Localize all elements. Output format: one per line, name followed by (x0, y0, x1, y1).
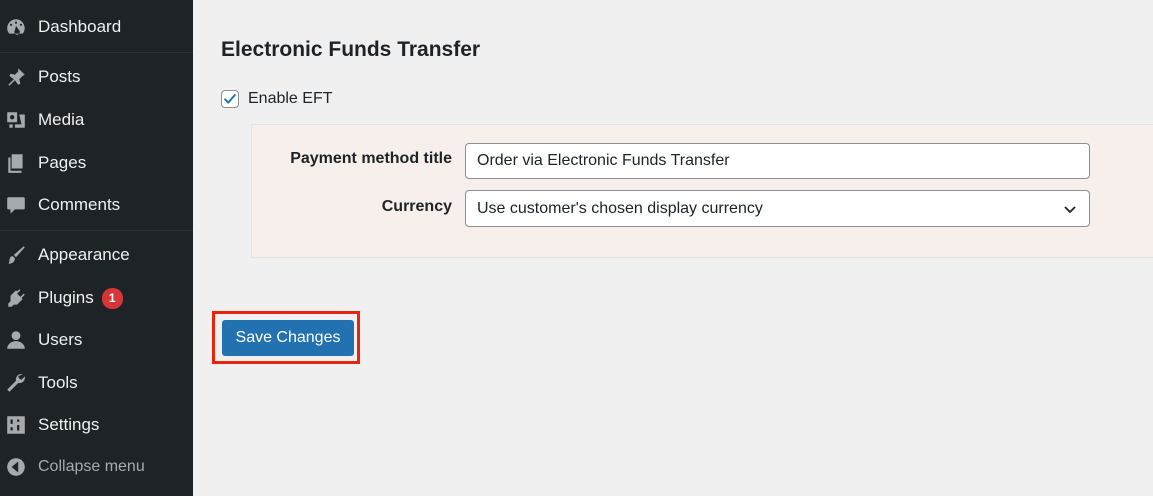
pages-icon (0, 152, 38, 174)
checkmark-icon (224, 94, 236, 104)
currency-selected-value: Use customer's chosen display currency (477, 199, 763, 217)
sidebar-item-label: Dashboard (38, 17, 122, 36)
sidebar-item-label: Comments (38, 195, 121, 214)
sidebar-item-label: Media (38, 110, 85, 129)
sidebar-item-appearance[interactable]: Appearance (0, 238, 193, 272)
comment-icon (0, 194, 38, 216)
sidebar-item-label: Pages (38, 153, 87, 172)
brush-icon (0, 244, 38, 266)
collapse-menu-label: Collapse menu (38, 458, 145, 475)
sidebar-item-label: Plugins (38, 288, 94, 307)
plug-icon (0, 287, 38, 309)
payment-method-title-label: Payment method title (290, 150, 452, 167)
wrench-icon (0, 372, 38, 394)
user-icon (0, 329, 38, 351)
enable-eft-checkbox[interactable] (221, 90, 239, 108)
admin-sidebar: Dashboard Posts Media Pages Comments App… (0, 0, 193, 496)
page-title: Electronic Funds Transfer (221, 38, 481, 61)
sidebar-item-tools[interactable]: Tools (0, 366, 193, 400)
enable-eft-label: Enable EFT (248, 90, 333, 107)
pin-icon (0, 66, 38, 88)
sidebar-item-settings[interactable]: Settings (0, 408, 193, 442)
collapse-menu-button[interactable]: Collapse menu (0, 450, 193, 484)
sidebar-item-plugins[interactable]: Plugins 1 (0, 281, 193, 315)
sidebar-item-media[interactable]: Media (0, 103, 193, 137)
sidebar-item-label: Tools (38, 373, 78, 392)
sidebar-separator (0, 230, 193, 231)
sidebar-item-label: Appearance (38, 245, 130, 264)
currency-select[interactable]: Use customer's chosen display currency (465, 190, 1090, 227)
sidebar-item-dashboard[interactable]: Dashboard (0, 10, 193, 44)
dashboard-icon (0, 16, 38, 38)
collapse-arrow-icon (0, 456, 38, 478)
sidebar-item-label: Settings (38, 415, 100, 434)
sliders-icon (0, 414, 38, 436)
sidebar-item-label: Users (38, 330, 83, 349)
sidebar-item-label: Posts (38, 67, 81, 86)
enable-eft-row: Enable EFT (221, 90, 332, 108)
sidebar-separator (0, 52, 193, 53)
payment-method-title-input[interactable] (465, 143, 1090, 179)
sidebar-item-comments[interactable]: Comments (0, 188, 193, 222)
media-icon (0, 109, 38, 131)
chevron-down-icon (1064, 205, 1076, 213)
save-changes-button[interactable]: Save Changes (222, 320, 354, 356)
sidebar-item-pages[interactable]: Pages (0, 146, 193, 180)
currency-label: Currency (381, 198, 452, 215)
sidebar-item-users[interactable]: Users (0, 323, 193, 357)
sidebar-item-posts[interactable]: Posts (0, 60, 193, 94)
update-count-badge: 1 (101, 287, 123, 309)
settings-content: Electronic Funds Transfer Enable EFT Pay… (193, 0, 1153, 496)
